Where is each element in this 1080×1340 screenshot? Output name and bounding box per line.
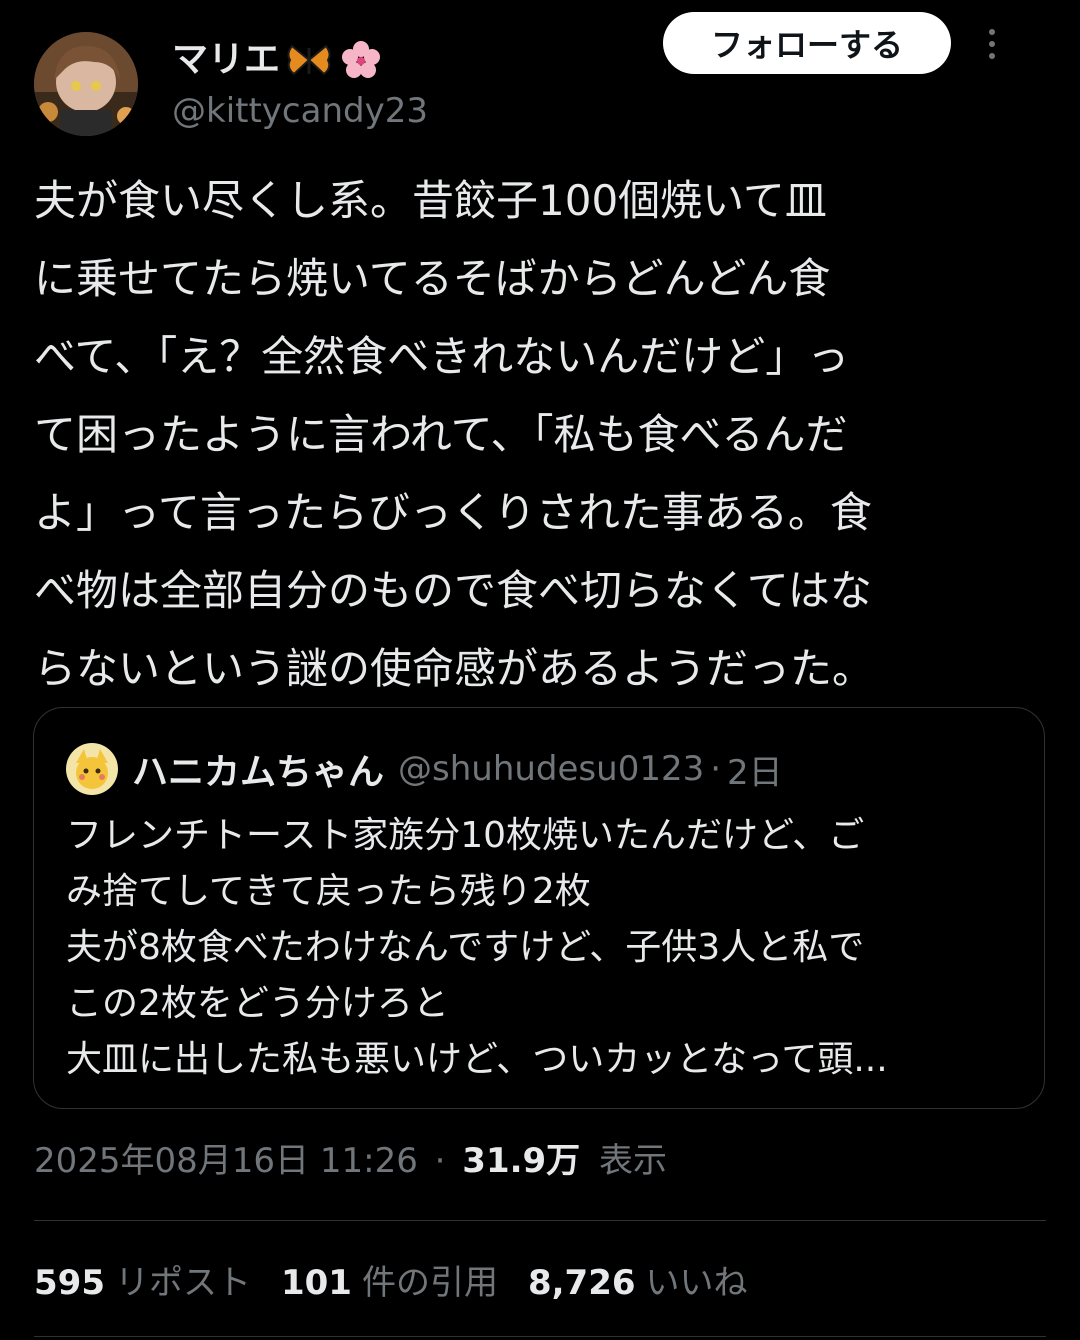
avatar-illustration — [66, 743, 118, 795]
tweet-text-line: 夫が食い尽くし系。昔餃子100個焼いて皿 — [34, 176, 827, 225]
tweet-text-line: に乗せてたら焼いてるそばからどんどん食 — [34, 254, 831, 303]
divider — [34, 1336, 1046, 1337]
quoted-text-line: フレンチトースト家族分10枚焼いたんだけど、ご — [66, 815, 865, 856]
quoted-tweet-time: 2日 — [727, 752, 783, 793]
reposts-stat[interactable]: 595 リポスト — [34, 1258, 251, 1308]
quotes-count: 101 — [280, 1263, 352, 1303]
tweet-text-line: て困ったように言われて、「私も食べるんだ — [34, 410, 848, 459]
quoted-tweet-text: フレンチトースト家族分10枚焼いたんだけど、ご み捨てしてきて戻ったら残り2枚 … — [66, 808, 1026, 1088]
quoted-text-line: 夫が8枚食べたわけなんですけど、子供3人と私で — [66, 927, 865, 968]
meta-separator: · — [434, 1141, 446, 1181]
quoted-author-name: ハニカムちゃん — [132, 752, 385, 793]
quoted-author-handle: @shuhudesu0123 — [398, 749, 705, 789]
follow-button[interactable]: フォローする — [663, 12, 951, 74]
author-avatar[interactable] — [34, 32, 138, 136]
engagement-stats: 595 リポスト 101 件の引用 8,726 いいね — [34, 1258, 748, 1308]
quoted-tweet-header: ハニカムちゃん @shuhudesu0123 · 2日 — [66, 743, 783, 795]
quoted-author-avatar — [66, 743, 118, 795]
reposts-count: 595 — [34, 1263, 105, 1303]
quotes-label: 件の引用 — [361, 1263, 498, 1303]
butterfly-icon — [287, 44, 331, 76]
tweet-datetime[interactable]: 2025年08月16日 11:26 — [34, 1141, 418, 1181]
quoted-tweet-card[interactable]: ハニカムちゃん @shuhudesu0123 · 2日 フレンチトースト家族分1… — [33, 707, 1045, 1109]
cherry-blossom-icon — [342, 41, 381, 78]
reposts-label: リポスト — [114, 1263, 251, 1303]
tweet-text-line: べて、「え？全然食べきれないんだけど」っ — [34, 332, 850, 381]
author-handle[interactable]: @kittycandy23 — [172, 86, 428, 136]
tweet-meta: 2025年08月16日 11:26 · 31.9万 表示 — [34, 1136, 667, 1186]
quoted-text-line: み捨てしてきて戻ったら残り2枚 — [66, 871, 591, 912]
quoted-text-line: この2枚をどう分けろと — [66, 983, 449, 1024]
tweet-text-line: べ物は全部自分のもので食べ切らなくてはな — [34, 566, 872, 615]
quoted-text-line: 大皿に出した私も悪いけど、ついカッとなって頭... — [66, 1039, 888, 1080]
tweet-text: 夫が食い尽くし系。昔餃子100個焼いて皿 に乗せてたら焼いてるそばからどんどん食… — [34, 162, 1046, 708]
author-display-name[interactable]: マリエ — [172, 36, 428, 84]
tweet-text-line: らないという謎の使命感があるようだった。 — [34, 644, 875, 693]
likes-count: 8,726 — [527, 1263, 636, 1303]
divider — [34, 1220, 1046, 1221]
likes-label: いいね — [645, 1263, 748, 1303]
likes-stat[interactable]: 8,726 いいね — [528, 1258, 748, 1308]
view-label: 表示 — [599, 1141, 667, 1181]
tweet-text-line: よ」って言ったらびっくりされた事ある。食 — [34, 488, 872, 537]
meta-separator: · — [710, 749, 722, 789]
avatar-illustration — [34, 32, 138, 136]
more-vertical-icon[interactable] — [982, 24, 1002, 64]
quotes-stat[interactable]: 101 件の引用 — [281, 1258, 498, 1308]
author-name-text: マリエ — [172, 39, 281, 80]
view-count: 31.9万 — [462, 1141, 581, 1181]
